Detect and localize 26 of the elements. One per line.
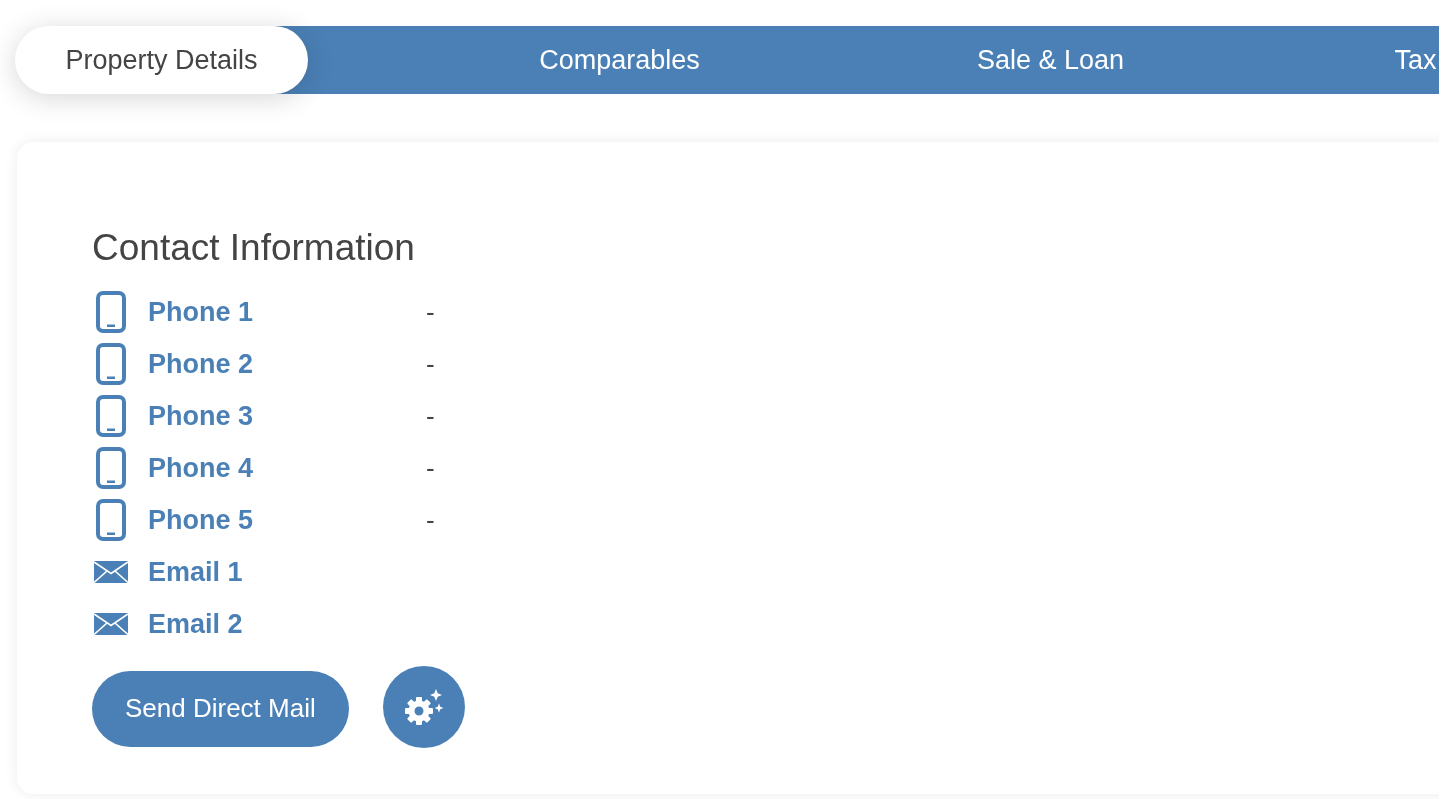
contact-value: - bbox=[426, 452, 435, 484]
phone-icon bbox=[96, 499, 126, 541]
send-direct-mail-button[interactable]: Send Direct Mail bbox=[92, 670, 349, 747]
contact-value: - bbox=[426, 504, 435, 536]
phone-icon bbox=[96, 395, 126, 437]
contact-value: - bbox=[426, 400, 435, 432]
email-link[interactable]: Email 1 bbox=[148, 556, 243, 588]
email-link[interactable]: Email 2 bbox=[148, 608, 243, 640]
envelope-icon bbox=[94, 561, 128, 583]
phone-icon bbox=[96, 291, 126, 333]
gear-sparkle-icon bbox=[403, 689, 444, 725]
phone-icon bbox=[96, 343, 126, 385]
tab[interactable]: Sale & Loan bbox=[835, 26, 1266, 94]
phone-link[interactable]: Phone 5 bbox=[148, 504, 254, 536]
phone-icon bbox=[96, 447, 126, 489]
envelope-icon bbox=[94, 613, 128, 635]
phone-link[interactable]: Phone 2 bbox=[148, 348, 254, 380]
tab[interactable]: Tax bbox=[1266, 26, 1439, 94]
phone-link[interactable]: Phone 4 bbox=[148, 452, 254, 484]
tab[interactable]: Property Details bbox=[15, 26, 308, 94]
phone-link[interactable]: Phone 3 bbox=[148, 400, 254, 432]
contact-value: - bbox=[426, 296, 435, 328]
contact-value: - bbox=[426, 348, 435, 380]
tab[interactable]: Comparables bbox=[404, 26, 835, 94]
section-title: Contact Information bbox=[92, 226, 416, 270]
phone-link[interactable]: Phone 1 bbox=[148, 296, 254, 328]
